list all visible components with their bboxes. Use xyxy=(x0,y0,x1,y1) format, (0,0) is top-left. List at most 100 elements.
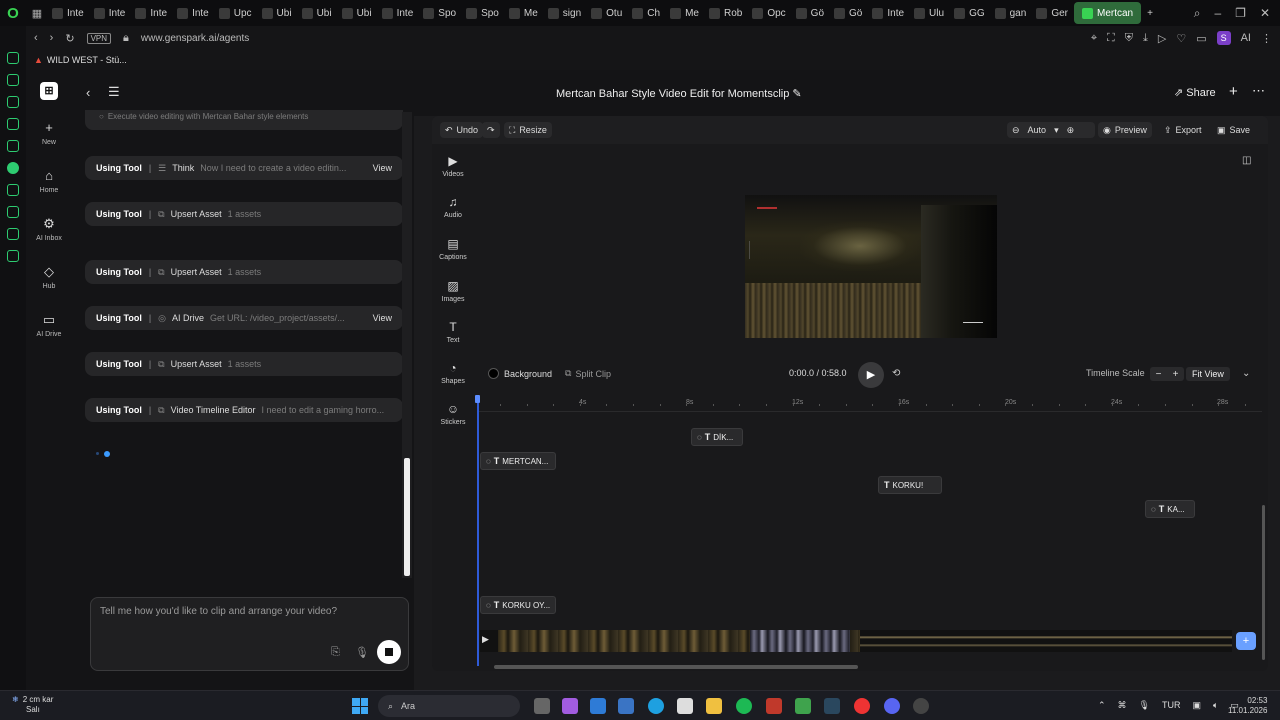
copilot-icon[interactable] xyxy=(562,698,578,714)
menu-icon[interactable]: ☰ xyxy=(108,84,120,100)
sidebar-app-icon[interactable] xyxy=(7,140,19,152)
tab-item[interactable]: Ch xyxy=(628,2,664,24)
redo-button[interactable]: ↷ xyxy=(482,122,500,138)
spotify-icon[interactable] xyxy=(736,698,752,714)
tab-item[interactable]: Spo xyxy=(462,2,503,24)
scale-plus-icon[interactable]: + xyxy=(1173,369,1179,380)
save-button[interactable]: ▣ Save xyxy=(1212,122,1255,138)
media-tab-images[interactable]: ▨ Images xyxy=(436,279,470,303)
more-icon[interactable]: ⋯ xyxy=(1252,83,1265,99)
steam-icon[interactable] xyxy=(824,698,840,714)
share-button[interactable]: ⇗ Share xyxy=(1174,86,1216,99)
scale-stepper[interactable]: − + xyxy=(1150,367,1184,381)
playhead[interactable] xyxy=(477,396,479,666)
microphone-icon[interactable]: 🎙︎ xyxy=(355,646,369,659)
sidebar-app-icon[interactable] xyxy=(7,74,19,86)
loop-icon[interactable]: ⟲ xyxy=(892,368,900,379)
wallet-icon[interactable]: ▭ xyxy=(1196,32,1206,45)
zoom-mode-select[interactable]: Auto xyxy=(1028,125,1047,135)
tool-card[interactable]: Using Tool | ⧉ Upsert Asset 1 assets xyxy=(85,352,403,376)
tool-card[interactable]: Using Tool | ⧉ Video Timeline Editor I need … xyxy=(85,398,403,422)
prompt-input-placeholder[interactable]: Tell me how you'd like to clip and arran… xyxy=(100,606,337,617)
split-clip-button[interactable]: ⧉ Split Clip xyxy=(565,368,611,379)
task-view-icon[interactable] xyxy=(534,698,550,714)
opera-logo-icon[interactable]: O xyxy=(0,0,26,26)
media-tab-videos[interactable]: ▶ Videos xyxy=(436,154,470,178)
add-icon[interactable]: + xyxy=(1229,83,1238,100)
vpn-badge[interactable]: VPN xyxy=(86,32,112,44)
tabs-grid-icon[interactable]: ▦ xyxy=(26,7,48,20)
calculator-icon[interactable] xyxy=(677,698,693,714)
spotify-icon[interactable] xyxy=(7,162,19,174)
tab-item[interactable]: Spo xyxy=(419,2,460,24)
resize-button[interactable]: ⛶ Resize xyxy=(504,122,552,138)
text-clip[interactable]: T KORKU! xyxy=(878,476,942,494)
stop-button[interactable] xyxy=(377,640,401,664)
prompt-box[interactable]: Tell me how you'd like to clip and arran… xyxy=(90,597,409,671)
tab-item[interactable]: gan xyxy=(991,2,1031,24)
timeline-horizontal-scrollbar[interactable] xyxy=(494,665,858,669)
tool-card[interactable]: Using Tool | ⧉ Upsert Asset 1 assets xyxy=(85,202,403,226)
minimize-icon[interactable]: – xyxy=(1214,6,1221,21)
tab-item[interactable]: Ubi xyxy=(258,2,296,24)
xbox-icon[interactable] xyxy=(795,698,811,714)
timeline-ruler[interactable] xyxy=(478,398,1262,412)
network-icon[interactable]: ▣ xyxy=(1192,700,1201,711)
tab-item[interactable]: Inte xyxy=(48,2,88,24)
tab-item[interactable]: Inte xyxy=(378,2,418,24)
text-clip[interactable]: ◌ T KA... xyxy=(1145,500,1195,518)
pin-icon[interactable]: ⌖ xyxy=(1091,32,1097,45)
clock[interactable]: 02:53 11.01.2026 xyxy=(1228,696,1267,716)
chat-scrollbar[interactable] xyxy=(402,112,412,578)
volume-icon[interactable]: 🔈︎ xyxy=(1213,700,1218,711)
app-sidebar-item-hub[interactable]: ◇ Hub xyxy=(43,264,56,290)
zoom-out-icon[interactable]: ⊖ xyxy=(1012,125,1020,136)
new-tab-button[interactable]: + xyxy=(1143,2,1157,24)
tab-item[interactable]: sign xyxy=(544,2,585,24)
tab-item[interactable]: Me xyxy=(505,2,542,24)
tab-item[interactable]: Gö xyxy=(792,2,828,24)
tool-card-view-button[interactable]: View xyxy=(373,163,392,173)
play-icon[interactable]: ▷ xyxy=(1158,32,1166,45)
media-tab-shapes[interactable]: ◔ Shapes xyxy=(436,361,470,385)
app-sidebar-item-home[interactable]: ⌂ Home xyxy=(40,168,59,194)
store-icon[interactable] xyxy=(618,698,634,714)
discord-icon[interactable] xyxy=(884,698,900,714)
settings-icon[interactable] xyxy=(7,250,19,262)
lang-indicator[interactable]: TUR xyxy=(1162,700,1181,711)
tab-item[interactable]: Gö xyxy=(830,2,866,24)
scale-minus-icon[interactable]: − xyxy=(1156,369,1162,380)
tab-item[interactable]: Upc xyxy=(215,2,256,24)
media-tab-text[interactable]: T Text xyxy=(436,320,470,344)
app-sidebar-item-ai-drive[interactable]: ▭ AI Drive xyxy=(37,312,62,338)
tool-card[interactable]: Using Tool | ⧉ Upsert Asset 1 assets xyxy=(85,260,403,284)
history-icon[interactable] xyxy=(7,206,19,218)
add-track-button[interactable]: + xyxy=(1236,632,1256,650)
timeline-vertical-scrollbar[interactable] xyxy=(1262,505,1265,660)
extensions-icon[interactable] xyxy=(7,228,19,240)
chat-scroll-thumb[interactable] xyxy=(404,458,410,576)
media-tab-stickers[interactable]: ☺ Stickers xyxy=(436,402,470,426)
app-sidebar-item-ai-inbox[interactable]: ⚙ AI Inbox xyxy=(36,216,62,242)
media-tab-captions[interactable]: ▤ Captions xyxy=(436,237,470,261)
bookmark-item[interactable]: WILD WEST - Stü... xyxy=(47,55,127,65)
forward-arrow-icon[interactable]: › xyxy=(50,32,54,44)
tray-app-icon[interactable]: ⌘ xyxy=(1118,700,1127,711)
close-icon[interactable]: ✕ xyxy=(1260,6,1270,21)
background-swatch[interactable] xyxy=(488,368,499,379)
play-button[interactable]: ▶ xyxy=(858,362,884,388)
back-arrow-icon[interactable]: ‹ xyxy=(86,85,90,100)
background-control[interactable]: Background xyxy=(488,368,552,379)
microphone-icon[interactable]: 🎙︎ xyxy=(1139,700,1150,711)
reload-icon[interactable]: ↻ xyxy=(65,32,74,45)
tab-item[interactable]: Ubi xyxy=(298,2,336,24)
text-clip[interactable]: ◌ T DİK... xyxy=(691,428,743,446)
tab-item[interactable]: Otu xyxy=(587,2,626,24)
maximize-icon[interactable]: ❐ xyxy=(1235,6,1246,21)
undo-button[interactable]: ↶ Undo xyxy=(440,122,484,138)
screenshot-icon[interactable]: ⛶ xyxy=(1107,32,1115,45)
taskbar-search[interactable]: ⌕ Ara xyxy=(378,695,520,717)
tab-item[interactable]: Ubi xyxy=(338,2,376,24)
file-explorer-icon[interactable] xyxy=(706,698,722,714)
menu-dots-icon[interactable]: ⋮ xyxy=(1261,32,1272,45)
